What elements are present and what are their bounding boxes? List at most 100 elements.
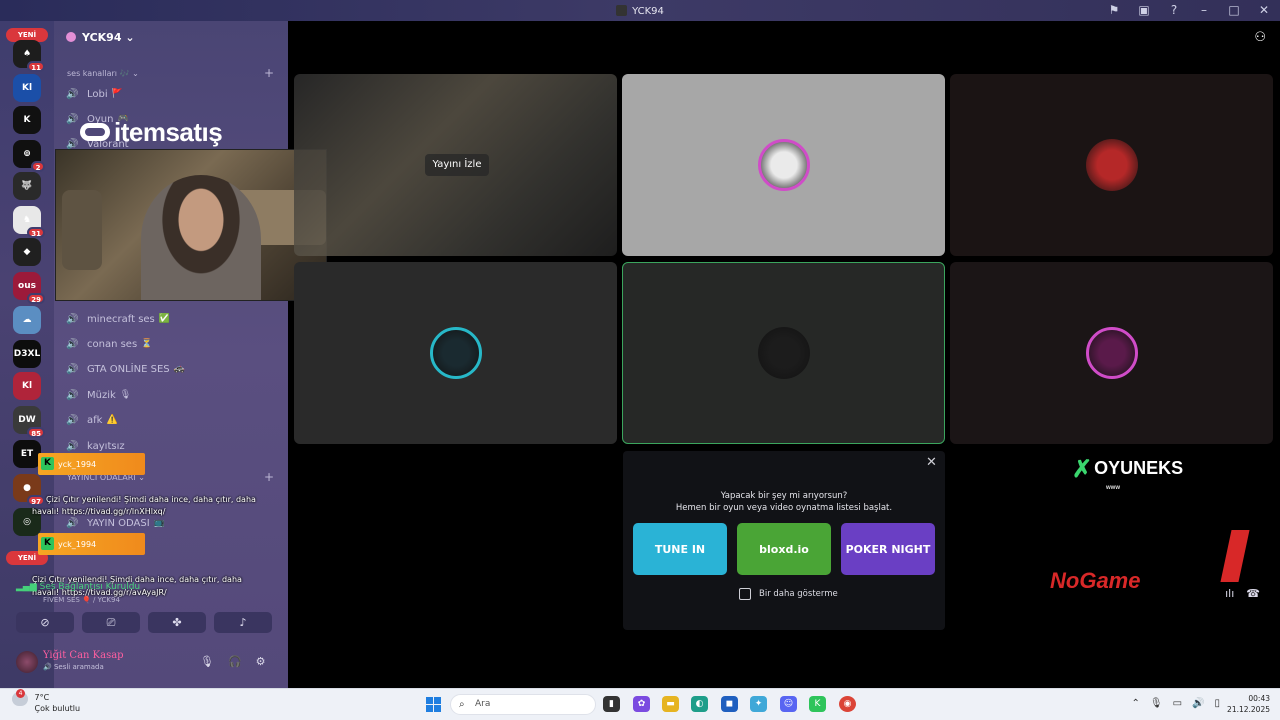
server-icon-label: K: [23, 115, 31, 125]
edge-icon[interactable]: ◐: [691, 696, 708, 712]
soundboard-button[interactable]: ♪: [214, 612, 272, 633]
voice-channel-item[interactable]: 🔊 GTA ONLİNE SES 🚓: [66, 359, 276, 379]
signal-icon: ▂▄▆: [16, 582, 40, 592]
help-icon[interactable]: ?: [1166, 3, 1182, 17]
oyuneks-logo: ✗ OYUNEKS www: [1072, 455, 1183, 491]
noise-suppression-icon[interactable]: ılı: [1225, 587, 1234, 600]
windows-start-icon[interactable]: [426, 697, 441, 712]
server-icon-label: 🐺: [21, 181, 33, 191]
maximize-button[interactable]: □: [1226, 3, 1242, 17]
voice-channel-item[interactable]: 🔊 minecraft ses ✅: [66, 309, 276, 329]
channel-name: GTA ONLİNE SES: [87, 363, 170, 375]
voice-channel-item[interactable]: 🔊 conan ses ⏳: [66, 334, 276, 354]
user-avatar[interactable]: [16, 651, 38, 673]
participant-tile[interactable]: [622, 74, 945, 256]
chevron-up-icon[interactable]: ⌃: [1131, 698, 1139, 709]
settings-app-icon[interactable]: ✦: [750, 696, 767, 712]
flag-icon[interactable]: ⚑: [1106, 3, 1122, 17]
headphones-icon[interactable]: 🎧: [228, 655, 242, 668]
copilot-icon[interactable]: ✿: [633, 696, 650, 712]
activity-game-card[interactable]: TUNE IN: [633, 523, 727, 575]
speaker-icon: 🔊: [66, 88, 79, 100]
voice-channel[interactable]: FİVEM SES 🎈 / YCK94: [43, 596, 120, 604]
server-icon[interactable]: ous 29: [13, 272, 45, 304]
participant-tile[interactable]: [294, 262, 617, 444]
mic-icon[interactable]: 🎙: [200, 655, 214, 668]
clock[interactable]: 00:43 21.12.2025: [1227, 693, 1270, 715]
voice-status[interactable]: ▂▄▆ Ses Bağlantısı Kuruldu: [16, 582, 140, 592]
participant-tile[interactable]: [950, 74, 1273, 256]
screen-share-button[interactable]: ⎚: [82, 612, 140, 633]
discord-icon[interactable]: ☺: [780, 696, 797, 712]
guild-header[interactable]: YCK94 ⌄: [66, 31, 135, 44]
server-icon[interactable]: ⊚ 2: [13, 140, 45, 172]
settings-gear-icon[interactable]: ⚙: [256, 655, 266, 668]
server-icon[interactable]: Kl: [13, 372, 41, 400]
mention-badge: 29: [27, 293, 45, 304]
close-button[interactable]: ✕: [1256, 3, 1272, 17]
tray-mic-icon[interactable]: 🎙: [1150, 698, 1163, 709]
participant-avatar: [757, 327, 810, 379]
inbox-icon[interactable]: ▣: [1136, 3, 1152, 17]
channel-emoji: 🚓: [173, 364, 185, 374]
battery-icon[interactable]: ▯: [1214, 698, 1220, 709]
server-icon[interactable]: ◆: [13, 238, 41, 266]
screen-share-icon: ⎚: [106, 616, 116, 629]
activities-button[interactable]: ✤: [148, 612, 206, 633]
disconnect-icon[interactable]: ☎: [1246, 587, 1260, 600]
cloud-icon: 4: [12, 689, 28, 706]
activity-game-name: POKER NIGHT: [845, 542, 931, 556]
activity-game-card[interactable]: bloxd.io: [737, 523, 831, 575]
channel-name: afk: [87, 414, 103, 426]
server-icon[interactable]: D3XL: [13, 340, 41, 368]
volume-icon[interactable]: 🔊: [1192, 698, 1204, 709]
channel-name: minecraft ses: [87, 313, 155, 325]
close-icon[interactable]: ✕: [926, 455, 937, 470]
category-voice[interactable]: ses kanalları 🎶 ⌄: [67, 69, 139, 78]
minimize-button[interactable]: –: [1196, 3, 1212, 17]
file-explorer-icon[interactable]: ▬: [662, 696, 679, 712]
alert-bar-1: Kyck_1994: [38, 453, 145, 475]
voice-status-icon: 🔊: [43, 663, 54, 671]
activity-game-card[interactable]: POKER NIGHT: [841, 523, 935, 575]
participant-tile[interactable]: [622, 262, 945, 444]
mention-badge: 85: [27, 427, 45, 438]
task-view-icon[interactable]: ▮: [603, 696, 620, 712]
weather-widget[interactable]: 4 7°C Çok bulutlu: [12, 689, 80, 714]
store-icon[interactable]: ◼: [721, 696, 738, 712]
search-icon: ⌕: [459, 699, 465, 710]
camera-button[interactable]: ⊘: [16, 612, 74, 633]
watch-stream-button[interactable]: Yayını İzle: [425, 154, 489, 176]
user-name[interactable]: Yiğit Can Kasap: [43, 650, 124, 661]
invite-icon[interactable]: ⚇: [1254, 30, 1266, 45]
network-icon[interactable]: ▭: [1173, 698, 1182, 709]
alert-user-1: yck_1994: [58, 459, 97, 469]
server-icon[interactable]: 🐺: [13, 172, 41, 200]
kick-app-icon[interactable]: K: [809, 696, 826, 712]
server-icon[interactable]: DW 85: [13, 406, 45, 438]
chrome-icon[interactable]: ◉: [839, 696, 856, 712]
oyuneks-sub: www: [1106, 485, 1121, 491]
server-icon[interactable]: ♞ 31: [13, 206, 45, 238]
server-icon[interactable]: ● 97: [13, 474, 45, 506]
speaker-icon: 🔊: [66, 313, 79, 325]
participant-avatar: [757, 139, 810, 191]
speaker-icon: 🔊: [66, 138, 79, 150]
taskbar-search[interactable]: ⌕ Ara: [450, 694, 596, 715]
activity-title: Yapacak bir şey mi arıyorsun? Hemen bir …: [623, 490, 945, 514]
dont-show-again-checkbox[interactable]: [739, 588, 751, 600]
participant-avatar: [1085, 327, 1138, 379]
participant-tile[interactable]: [950, 262, 1273, 444]
clock-time: 00:43: [1248, 694, 1270, 703]
server-icon[interactable]: ☁: [13, 306, 41, 334]
dont-show-again-label[interactable]: Bir daha gösterme: [759, 589, 838, 599]
channel-emoji: 🚩: [111, 89, 123, 99]
server-icon[interactable]: Kl: [13, 74, 41, 102]
window-title-text: YCK94: [632, 5, 664, 17]
voice-channel-item[interactable]: 🔊 Lobi 🚩: [66, 84, 276, 104]
server-icon[interactable]: K: [13, 106, 41, 134]
voice-channel-item[interactable]: 🔊 Müzik 🎙: [66, 385, 276, 405]
voice-channel-item[interactable]: 🔊 afk ⚠️: [66, 410, 276, 430]
server-icon[interactable]: ♠ 11: [13, 40, 45, 72]
server-icon[interactable]: ET: [13, 440, 41, 468]
